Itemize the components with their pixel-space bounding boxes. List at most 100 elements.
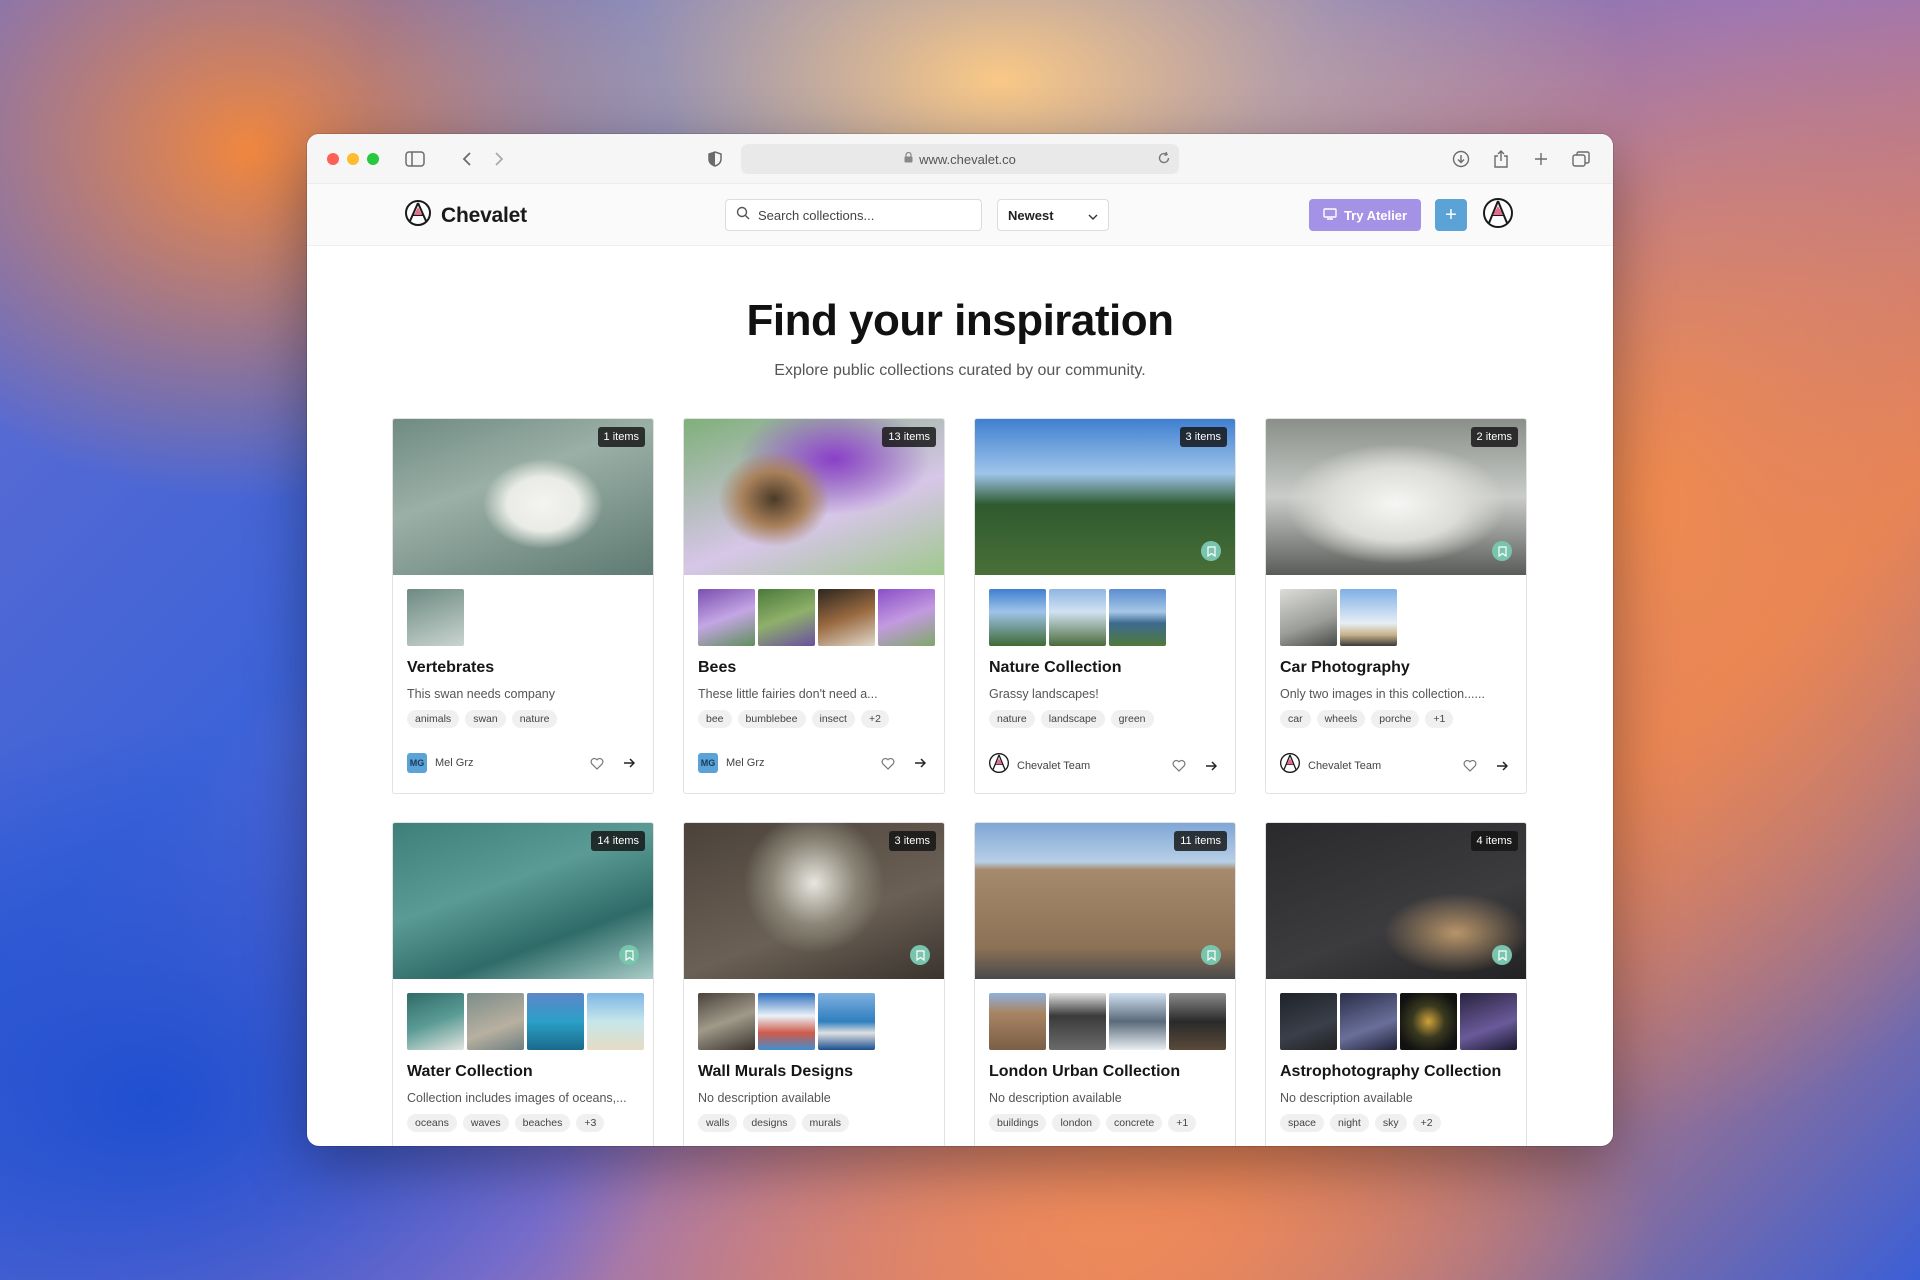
thumbnail-image[interactable]	[1460, 993, 1517, 1050]
thumbnail-image[interactable]	[1280, 993, 1337, 1050]
forward-arrow-icon[interactable]	[487, 147, 511, 171]
minimize-window-button[interactable]	[347, 153, 359, 165]
tag[interactable]: waves	[462, 1114, 509, 1132]
tag[interactable]: beaches	[514, 1114, 571, 1132]
bookmark-icon[interactable]	[619, 945, 639, 965]
thumbnail-image[interactable]	[527, 993, 584, 1050]
author-name[interactable]: Mel Grz	[435, 757, 575, 769]
tag[interactable]: bee	[698, 710, 732, 728]
share-icon[interactable]	[1489, 147, 1513, 171]
thumbnail-image[interactable]	[818, 589, 875, 646]
collection-title[interactable]: Bees	[684, 647, 944, 677]
thumbnail-image[interactable]	[818, 993, 875, 1050]
heart-icon[interactable]	[587, 753, 607, 773]
collection-title[interactable]: Vertebrates	[393, 647, 653, 677]
bookmark-icon[interactable]	[1492, 945, 1512, 965]
thumbnail-image[interactable]	[407, 993, 464, 1050]
collection-title[interactable]: Astrophotography Collection	[1266, 1051, 1526, 1081]
tag[interactable]: london	[1052, 1114, 1100, 1132]
tag[interactable]: oceans	[407, 1114, 457, 1132]
author-avatar[interactable]: MG	[407, 753, 427, 773]
thumbnail-image[interactable]	[1109, 589, 1166, 646]
author-name[interactable]: Mel Grz	[726, 757, 866, 769]
privacy-shield-icon[interactable]	[703, 147, 727, 171]
arrow-right-icon[interactable]	[619, 753, 639, 773]
tab-overview-icon[interactable]	[1569, 147, 1593, 171]
search-box[interactable]	[725, 199, 982, 231]
zoom-window-button[interactable]	[367, 153, 379, 165]
bookmark-icon[interactable]	[1201, 945, 1221, 965]
collection-title[interactable]: Water Collection	[393, 1051, 653, 1081]
collection-card[interactable]: 13 items Bees These little fairies don't…	[683, 418, 945, 794]
collection-card[interactable]: 4 items Astrophotography Collection No d…	[1265, 822, 1527, 1146]
sort-select[interactable]: Newest	[997, 199, 1109, 231]
collection-card[interactable]: 3 items Nature Collection Grassy landsca…	[974, 418, 1236, 794]
thumbnail-image[interactable]	[1169, 993, 1226, 1050]
tag[interactable]: buildings	[989, 1114, 1047, 1132]
thumbnail-image[interactable]	[989, 589, 1046, 646]
collection-cover-image[interactable]: 2 items	[1266, 419, 1526, 575]
thumbnail-image[interactable]	[1049, 993, 1106, 1050]
collection-cover-image[interactable]: 4 items	[1266, 823, 1526, 979]
heart-icon[interactable]	[878, 753, 898, 773]
collection-card[interactable]: 3 items Wall Murals Designs No descripti…	[683, 822, 945, 1146]
try-atelier-button[interactable]: Try Atelier	[1309, 199, 1421, 231]
thumbnail-image[interactable]	[758, 993, 815, 1050]
author-name[interactable]: Chevalet Team	[1017, 760, 1157, 772]
heart-icon[interactable]	[1169, 756, 1189, 776]
tag[interactable]: nature	[511, 710, 558, 728]
more-tags-count[interactable]: +3	[576, 1114, 605, 1132]
collection-card[interactable]: 2 items Car Photography Only two images …	[1265, 418, 1527, 794]
thumbnail-image[interactable]	[1400, 993, 1457, 1050]
collection-cover-image[interactable]: 3 items	[684, 823, 944, 979]
thumbnail-image[interactable]	[1049, 589, 1106, 646]
reload-icon[interactable]	[1157, 151, 1171, 168]
address-bar[interactable]: www.chevalet.co	[741, 144, 1179, 174]
more-tags-count[interactable]: +1	[1168, 1114, 1197, 1132]
user-avatar[interactable]	[1483, 198, 1513, 233]
tag[interactable]: space	[1280, 1114, 1325, 1132]
more-tags-count[interactable]: +2	[1412, 1114, 1441, 1132]
thumbnail-image[interactable]	[698, 993, 755, 1050]
collection-card[interactable]: 1 items Vertebrates This swan needs comp…	[392, 418, 654, 794]
collection-cover-image[interactable]: 14 items	[393, 823, 653, 979]
more-tags-count[interactable]: +2	[860, 710, 889, 728]
new-tab-icon[interactable]	[1529, 147, 1553, 171]
tag[interactable]: porche	[1371, 710, 1420, 728]
thumbnail-image[interactable]	[989, 993, 1046, 1050]
tag[interactable]: concrete	[1105, 1114, 1163, 1132]
add-collection-button[interactable]: +	[1435, 199, 1467, 231]
collection-card[interactable]: 14 items Water Collection Collection inc…	[392, 822, 654, 1146]
tag[interactable]: sky	[1374, 1114, 1407, 1132]
thumbnail-image[interactable]	[407, 589, 464, 646]
tag[interactable]: walls	[698, 1114, 738, 1132]
collection-title[interactable]: Nature Collection	[975, 647, 1235, 677]
author-name[interactable]: Chevalet Team	[1308, 760, 1448, 772]
tag[interactable]: animals	[407, 710, 460, 728]
arrow-right-icon[interactable]	[1492, 756, 1512, 776]
heart-icon[interactable]	[1460, 756, 1480, 776]
thumbnail-image[interactable]	[1280, 589, 1337, 646]
more-tags-count[interactable]: +1	[1425, 710, 1454, 728]
tag[interactable]: murals	[801, 1114, 850, 1132]
collection-cover-image[interactable]: 13 items	[684, 419, 944, 575]
thumbnail-image[interactable]	[698, 589, 755, 646]
download-icon[interactable]	[1449, 147, 1473, 171]
tag[interactable]: designs	[743, 1114, 796, 1132]
collection-title[interactable]: Wall Murals Designs	[684, 1051, 944, 1081]
close-window-button[interactable]	[327, 153, 339, 165]
tag[interactable]: green	[1110, 710, 1154, 728]
brand[interactable]: Chevalet	[405, 200, 527, 231]
collection-cover-image[interactable]: 11 items	[975, 823, 1235, 979]
sidebar-toggle-icon[interactable]	[403, 147, 427, 171]
thumbnail-image[interactable]	[758, 589, 815, 646]
thumbnail-image[interactable]	[467, 993, 524, 1050]
tag[interactable]: insect	[811, 710, 855, 728]
bookmark-icon[interactable]	[1201, 541, 1221, 561]
chevalet-team-avatar[interactable]	[1280, 753, 1300, 778]
search-input[interactable]	[758, 207, 958, 223]
tag[interactable]: nature	[989, 710, 1035, 728]
tag[interactable]: landscape	[1040, 710, 1105, 728]
chevalet-team-avatar[interactable]	[989, 753, 1009, 778]
tag[interactable]: wheels	[1316, 710, 1366, 728]
